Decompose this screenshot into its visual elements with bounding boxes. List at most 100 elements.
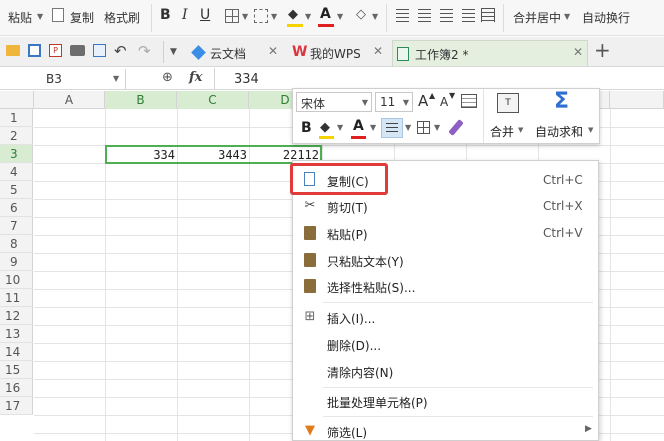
folder-icon[interactable] xyxy=(6,45,20,56)
menu-item-filter[interactable]: ▼ 筛选(L) ▶ xyxy=(293,418,598,441)
menu-item-batch-process[interactable]: 批量处理单元格(P) xyxy=(293,388,598,414)
menu-item-paste-special[interactable]: 选择性粘贴(S)... xyxy=(293,273,598,299)
column-header-a[interactable]: A xyxy=(34,91,105,109)
align-center-icon[interactable] xyxy=(418,9,431,22)
row-header[interactable]: 14 xyxy=(0,343,33,361)
border-dropdown-icon[interactable]: ▼ xyxy=(242,12,248,21)
print-icon[interactable] xyxy=(70,45,85,56)
quick-access-dropdown-icon[interactable]: ▼ xyxy=(170,47,177,57)
clear-dropdown-icon[interactable]: ▼ xyxy=(372,12,378,21)
pattern-dropdown-icon[interactable]: ▼ xyxy=(271,12,277,21)
format-painter-button[interactable]: 格式刷 xyxy=(104,9,140,26)
font-name-select[interactable]: 宋体 ▼ xyxy=(296,92,372,112)
border-icon[interactable] xyxy=(417,121,430,134)
font-color-icon[interactable]: A xyxy=(353,118,364,134)
shrink-font-button[interactable]: A xyxy=(440,95,448,109)
grow-font-button[interactable]: A xyxy=(418,92,428,110)
cell-c3[interactable]: 3443 xyxy=(179,148,247,162)
menu-item-paste-text-only[interactable]: 只粘贴文本(Y) xyxy=(293,247,598,273)
row-header[interactable]: 12 xyxy=(0,307,33,325)
menu-item-delete[interactable]: 删除(D)... xyxy=(293,331,598,357)
distributed-align-icon[interactable] xyxy=(481,8,495,22)
paste-button[interactable]: 粘贴 xyxy=(8,9,32,26)
export-pdf-icon[interactable]: P xyxy=(49,44,62,57)
row-header[interactable]: 8 xyxy=(0,235,33,253)
align-right-icon[interactable] xyxy=(440,9,453,22)
cell-style-icon[interactable] xyxy=(461,94,477,108)
format-painter-icon[interactable] xyxy=(448,119,464,136)
tab-workbook2[interactable]: 工作簿2 * ✕ xyxy=(392,40,588,66)
name-box[interactable]: B3 ▼ xyxy=(0,69,126,89)
clear-format-icon[interactable]: ◇ xyxy=(356,7,366,22)
row-header[interactable]: 15 xyxy=(0,361,33,379)
row-header[interactable]: 16 xyxy=(0,379,33,397)
font-color-dropdown-icon[interactable]: ▼ xyxy=(337,12,343,21)
row-header[interactable]: 13 xyxy=(0,325,33,343)
row-header[interactable]: 17 xyxy=(0,397,33,415)
row-header[interactable]: 6 xyxy=(0,199,33,217)
tab-divider xyxy=(163,41,164,63)
row-header[interactable]: 4 xyxy=(0,163,33,181)
bold-button[interactable]: B xyxy=(160,7,171,23)
autosum-button[interactable]: Σ 自动求和 ▼ xyxy=(533,89,597,141)
row-header[interactable]: 3 xyxy=(0,145,33,163)
row-header[interactable]: 10 xyxy=(0,271,33,289)
merge-dropdown-icon[interactable]: ▼ xyxy=(564,12,570,21)
chevron-down-icon[interactable]: ▼ xyxy=(405,123,411,132)
formula-divider xyxy=(214,68,215,90)
justify-icon[interactable] xyxy=(462,9,475,22)
merge-center-button[interactable]: 合并居中 xyxy=(513,9,561,26)
merge-button[interactable]: T 合并 ▼ xyxy=(488,91,528,141)
tab-cloud-docs[interactable]: 云文档 ✕ xyxy=(190,40,282,66)
redo-icon[interactable]: ↷ xyxy=(138,42,151,60)
bold-button[interactable]: B xyxy=(301,120,312,136)
column-header-i[interactable] xyxy=(610,91,664,109)
zoom-icon[interactable]: ⊕ xyxy=(162,70,173,85)
fill-pattern-icon[interactable] xyxy=(254,9,268,23)
formula-input[interactable]: 334 xyxy=(234,72,259,87)
select-all-corner[interactable] xyxy=(0,91,34,109)
column-header-b[interactable]: B xyxy=(105,91,177,109)
row-header[interactable]: 1 xyxy=(0,109,33,127)
chevron-down-icon[interactable]: ▼ xyxy=(434,123,440,132)
italic-button[interactable]: I xyxy=(182,7,188,23)
menu-item-insert[interactable]: ⊞ 插入(I)... xyxy=(293,304,598,330)
align-left-icon[interactable] xyxy=(396,9,409,22)
menu-item-paste[interactable]: 粘贴(P) Ctrl+V xyxy=(293,220,598,246)
fill-color-icon[interactable]: ◆ xyxy=(320,120,330,135)
column-header-c[interactable]: C xyxy=(177,91,249,109)
tab-my-wps[interactable]: W 我的WPS ✕ xyxy=(290,40,388,66)
menu-item-label: 批量处理单元格(P) xyxy=(327,396,428,410)
close-icon[interactable]: ✕ xyxy=(373,44,383,58)
border-icon[interactable] xyxy=(225,9,239,23)
close-icon[interactable]: ✕ xyxy=(268,44,278,58)
wrap-text-button[interactable]: 自动换行 xyxy=(582,9,630,26)
row-header[interactable]: 11 xyxy=(0,289,33,307)
underline-button[interactable]: U xyxy=(200,7,210,23)
function-icon[interactable]: fx xyxy=(189,70,202,85)
save-icon[interactable] xyxy=(28,44,41,57)
cell-b3[interactable]: 334 xyxy=(107,148,175,162)
fill-color-icon[interactable]: ◆ xyxy=(288,7,298,22)
menu-item-clear-contents[interactable]: 清除内容(N) xyxy=(293,358,598,384)
font-color-icon[interactable]: A xyxy=(320,6,331,22)
menu-item-cut[interactable]: ✂ 剪切(T) Ctrl+X xyxy=(293,193,598,219)
copy-button[interactable]: 复制 xyxy=(70,9,94,26)
row-header[interactable]: 2 xyxy=(0,127,33,145)
chevron-down-icon[interactable]: ▼ xyxy=(370,123,376,132)
undo-icon[interactable]: ↶ xyxy=(114,42,127,60)
row-header[interactable]: 9 xyxy=(0,253,33,271)
font-size-select[interactable]: 11 ▼ xyxy=(375,92,413,112)
row-header[interactable]: 5 xyxy=(0,181,33,199)
close-icon[interactable]: ✕ xyxy=(573,45,583,59)
new-tab-icon[interactable]: + xyxy=(594,38,611,62)
align-center-button[interactable] xyxy=(381,118,403,138)
row-header[interactable]: 7 xyxy=(0,217,33,235)
name-box-dropdown-icon[interactable]: ▼ xyxy=(113,74,119,83)
fill-dropdown-icon[interactable]: ▼ xyxy=(305,12,311,21)
print-preview-icon[interactable] xyxy=(93,44,106,57)
tab-label: 我的WPS xyxy=(310,47,361,61)
chevron-down-icon[interactable]: ▼ xyxy=(337,123,343,132)
font-color-bar xyxy=(351,136,366,139)
paste-dropdown-icon[interactable]: ▼ xyxy=(37,12,43,21)
